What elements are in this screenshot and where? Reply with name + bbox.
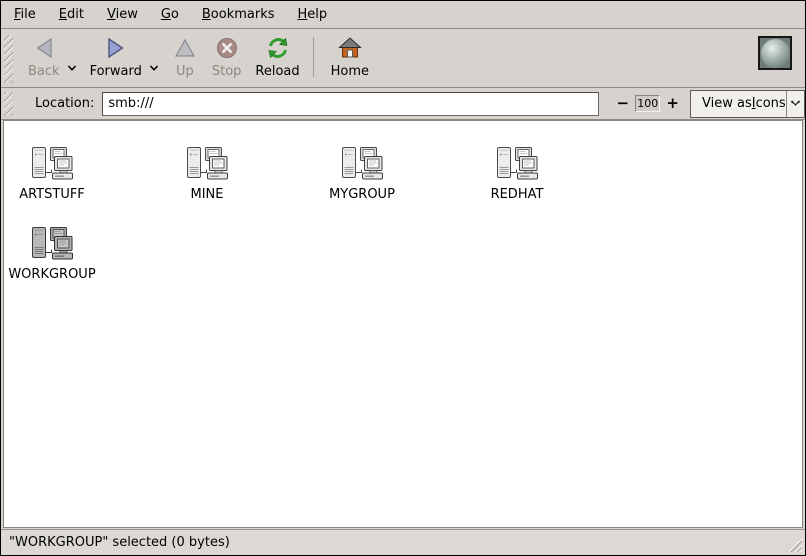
throbber-orb: [761, 39, 790, 68]
workgroup-item-mygroup[interactable]: MYGROUP: [314, 145, 410, 202]
toolbar-drag-handle[interactable]: [4, 35, 13, 83]
forward-arrow-icon: [103, 35, 129, 61]
home-icon: [337, 35, 363, 61]
workgroup-item-mine[interactable]: MINE: [159, 145, 255, 202]
zoom-out-button[interactable]: −: [614, 96, 633, 111]
home-label: Home: [331, 64, 369, 79]
resize-grip[interactable]: [786, 538, 802, 552]
back-history-chevron-icon[interactable]: [67, 61, 77, 76]
up-arrow-icon: [172, 35, 198, 61]
network-workgroup-icon: [29, 225, 75, 263]
stop-button[interactable]: Stop: [205, 34, 249, 80]
network-workgroup-icon: [29, 145, 75, 183]
reload-icon: [265, 35, 291, 61]
item-label: MYGROUP: [314, 188, 410, 202]
network-workgroup-icon: [184, 145, 230, 183]
status-text: "WORKGROUP" selected (0 bytes): [9, 535, 230, 550]
location-label: Location:: [35, 96, 94, 111]
menu-help[interactable]: Help: [297, 5, 329, 24]
view-mode-label: View as Icons: [691, 91, 786, 117]
item-label: ARTSTUFF: [4, 188, 100, 202]
home-button[interactable]: Home: [324, 34, 376, 80]
forward-history-chevron-icon[interactable]: [149, 61, 159, 76]
forward-button[interactable]: Forward: [83, 34, 149, 80]
item-label: WORKGROUP: [4, 268, 100, 282]
folder-view[interactable]: ARTSTUFF MINE MYGROUP REDHAT WORKGROUP: [3, 120, 803, 528]
menu-bookmarks[interactable]: Bookmarks: [201, 5, 276, 24]
item-label: REDHAT: [469, 188, 565, 202]
up-button[interactable]: Up: [165, 34, 205, 80]
menu-edit[interactable]: Edit: [58, 5, 85, 24]
location-input[interactable]: [102, 92, 598, 116]
throbber-icon: [758, 36, 792, 70]
workgroup-item-redhat[interactable]: REDHAT: [469, 145, 565, 202]
menu-bar: File Edit View Go Bookmarks Help: [1, 1, 805, 28]
workgroup-item-workgroup[interactable]: WORKGROUP: [4, 225, 100, 282]
view-mode-dropdown[interactable]: View as Icons: [690, 90, 805, 118]
workgroup-item-artstuff[interactable]: ARTSTUFF: [4, 145, 100, 202]
menu-file[interactable]: File: [13, 5, 37, 24]
menu-go[interactable]: Go: [160, 5, 180, 24]
toolbar: Back Forward Up Stop: [1, 29, 805, 87]
stop-icon: [214, 35, 240, 61]
back-label: Back: [28, 64, 60, 79]
network-workgroup-icon: [339, 145, 385, 183]
stop-label: Stop: [212, 64, 242, 79]
menu-view[interactable]: View: [106, 5, 139, 24]
location-bar-drag-handle[interactable]: [4, 92, 13, 116]
zoom-level-indicator[interactable]: 100: [635, 95, 660, 112]
dropdown-arrow-icon: [786, 91, 804, 117]
location-bar: Location: − 100 + View as Icons: [1, 88, 805, 119]
reload-label: Reload: [255, 64, 299, 79]
file-manager-window: File Edit View Go Bookmarks Help Back Fo…: [0, 0, 806, 556]
back-button[interactable]: Back: [21, 34, 67, 80]
status-bar: "WORKGROUP" selected (0 bytes): [1, 529, 805, 555]
back-arrow-icon: [31, 35, 57, 61]
item-label: MINE: [159, 188, 255, 202]
forward-label: Forward: [90, 64, 142, 79]
network-workgroup-icon: [494, 145, 540, 183]
toolbar-separator: [313, 37, 314, 77]
up-label: Up: [176, 64, 194, 79]
zoom-in-button[interactable]: +: [663, 96, 682, 111]
reload-button[interactable]: Reload: [248, 34, 306, 80]
